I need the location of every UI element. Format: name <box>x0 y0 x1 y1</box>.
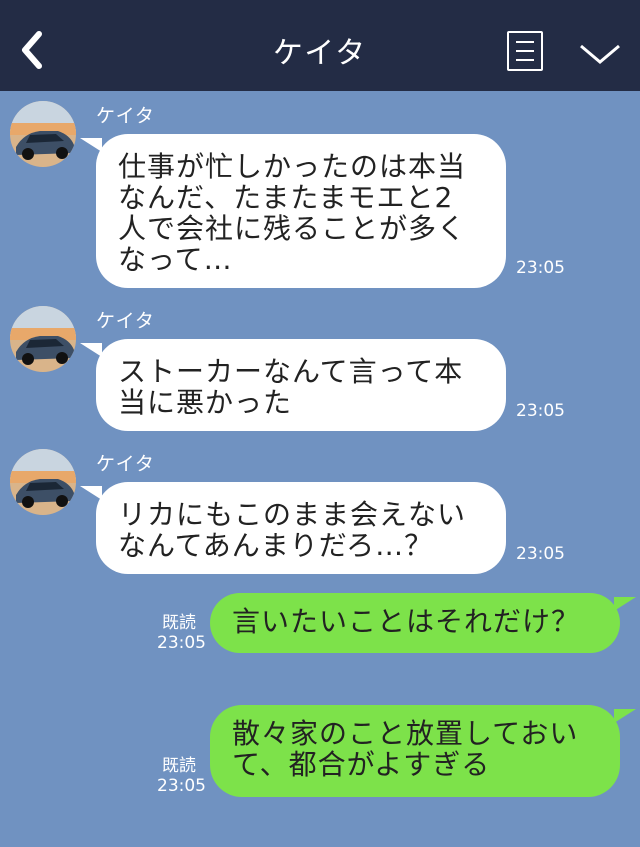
chevron-down-icon <box>580 44 620 64</box>
message-time: 23:05 <box>157 633 206 653</box>
message-bubble[interactable]: 言いたいことはそれだけ？ <box>210 593 636 653</box>
message-time: 23:05 <box>516 258 565 278</box>
sender-name: ケイタ <box>96 453 155 475</box>
read-label: 既読 <box>162 756 196 776</box>
read-receipt: 既読 23:05 <box>157 613 206 653</box>
message-bubble[interactable]: リカにもこのまま会えない なんてあんまりだろ…？ <box>80 482 506 574</box>
avatar[interactable] <box>10 306 76 372</box>
message-bubble[interactable]: ストーカーなんて言って本 当に悪かった <box>80 339 506 431</box>
read-label: 既読 <box>162 613 196 633</box>
message-bubble[interactable]: 散々家のこと放置しておい て、都合がよすぎる <box>210 705 636 797</box>
read-receipt: 既読 23:05 <box>157 756 206 796</box>
chat-header: ケイタ <box>0 0 640 91</box>
more-button[interactable] <box>577 34 623 72</box>
message-time: 23:05 <box>157 776 206 796</box>
sender-name: ケイタ <box>96 310 155 332</box>
avatar[interactable] <box>10 101 76 167</box>
car-avatar-icon <box>10 306 76 372</box>
chat-title: ケイタ <box>272 36 368 71</box>
message-bubble[interactable]: 仕事が忙しかったのは本当 なんだ、たまたまモエと2 人で会社に残ることが多く な… <box>80 134 506 288</box>
sender-name: ケイタ <box>96 105 155 127</box>
menu-button[interactable] <box>507 31 543 71</box>
message-time: 23:05 <box>516 401 565 421</box>
avatar[interactable] <box>10 449 76 515</box>
car-avatar-icon <box>10 449 76 515</box>
car-avatar-icon <box>10 101 76 167</box>
message-time: 23:05 <box>516 544 565 564</box>
